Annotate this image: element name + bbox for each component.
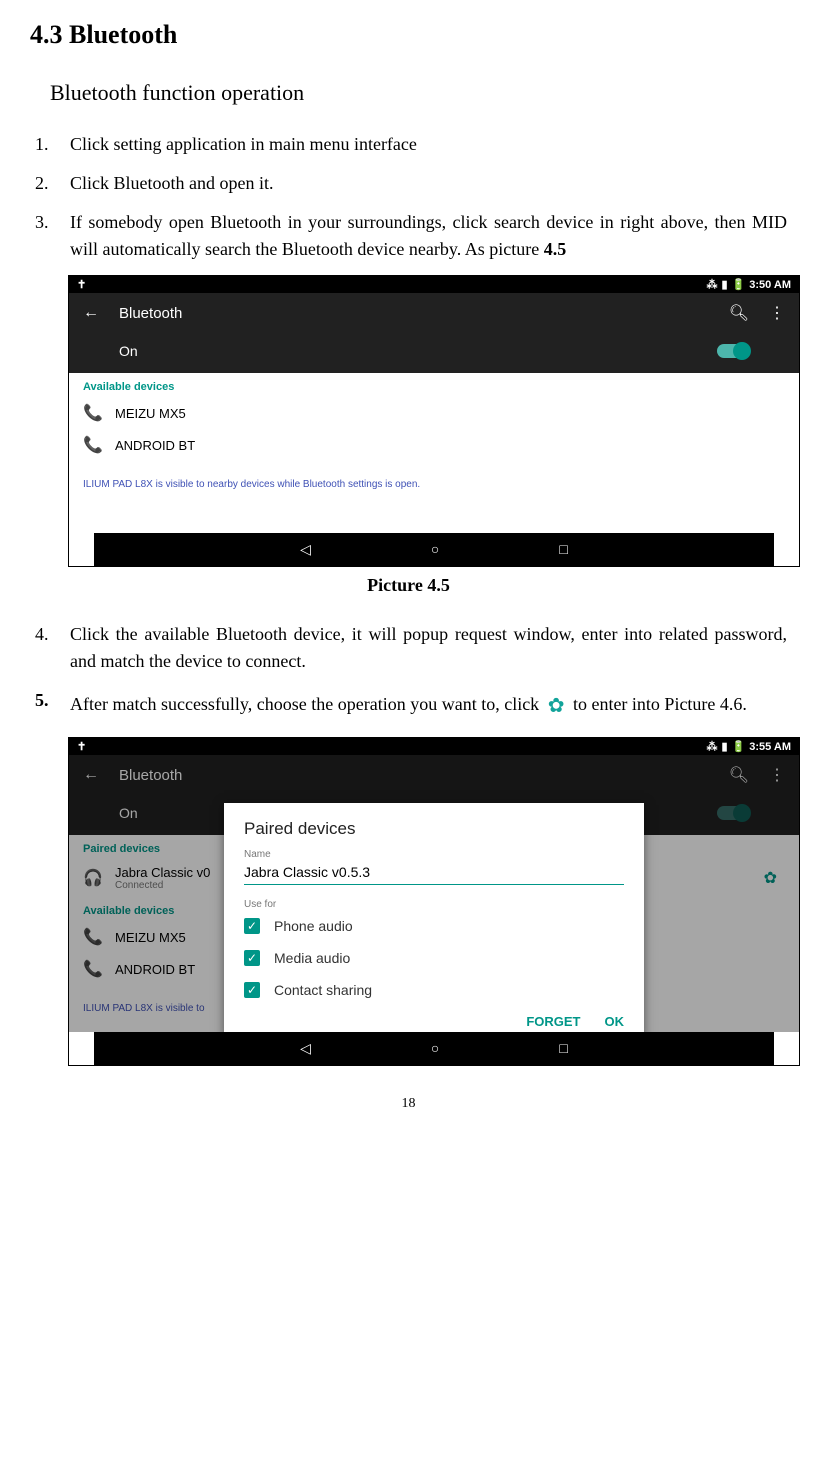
nav-bar: ◁ ○ □ [94,1032,774,1065]
caption-picture-4-5: Picture 4.5 [30,575,787,596]
toggle-switch[interactable] [717,344,749,358]
device-name: ANDROID BT [115,438,195,453]
status-right: ⁂ ▮ 🔋 3:50 AM [706,278,791,291]
overflow-icon[interactable]: ⋮ [769,303,785,323]
step-text-a: After match successfully, choose the ope… [70,694,544,714]
toggle-switch[interactable] [717,806,749,820]
checkbox-media-audio[interactable]: ✓ Media audio [244,942,624,974]
status-right: ⁂ ▮ 🔋 3:55 AM [706,740,791,753]
phone-icon: 📞 [83,435,101,455]
bluetooth-toggle-row[interactable]: On [69,333,799,373]
checkbox-label: Contact sharing [274,982,372,998]
step-text: If somebody open Bluetooth in your surro… [70,209,787,263]
step-text-b: to enter into Picture 4.6. [568,694,746,714]
step-text: Click setting application in main menu i… [70,131,787,158]
checkbox-contact-sharing[interactable]: ✓ Contact sharing [244,974,624,1006]
screenshot-bluetooth-list: ⁂ ▮ 🔋 3:50 AM ← Bluetooth 🔍︎ ⋮ On Availa… [68,275,800,567]
step-number: 2. [35,170,70,197]
step-list-cont: 4. Click the available Bluetooth device,… [30,621,787,725]
device-android-bt[interactable]: 📞 ANDROID BT [69,429,799,461]
step-text: Click Bluetooth and open it. [70,170,787,197]
dialog-use-for-label: Use for [244,899,624,910]
checkbox-icon: ✓ [244,918,260,934]
bluetooth-icon: ⁂ [706,278,717,291]
step-5: 5. After match successfully, choose the … [35,687,787,725]
bluetooth-icon: ⁂ [706,740,717,753]
app-bar: ← Bluetooth 🔍︎ ⋮ [69,755,799,795]
battery-icon: 🔋 [732,278,746,291]
device-name: ANDROID BT [115,962,195,977]
battery-icon: 🔋 [732,740,746,753]
section-heading: 4.3 Bluetooth [30,20,787,50]
app-title: Bluetooth [119,767,182,784]
page-number: 18 [30,1096,787,1112]
dialog-name-label: Name [244,849,624,860]
checkbox-phone-audio[interactable]: ✓ Phone audio [244,910,624,942]
device-meizu[interactable]: 📞 MEIZU MX5 [69,397,799,429]
status-notification-icon [77,278,86,291]
app-bar: ← Bluetooth 🔍︎ ⋮ [69,293,799,333]
phone-icon: 📞 [83,959,101,979]
nav-back-icon[interactable]: ◁ [300,541,311,558]
checkbox-label: Phone audio [274,918,353,934]
step-2: 2. Click Bluetooth and open it. [35,170,787,197]
status-time: 3:50 AM [749,279,791,291]
checkbox-icon: ✓ [244,950,260,966]
dialog-title: Paired devices [244,819,624,839]
device-name: MEIZU MX5 [115,930,186,945]
back-icon[interactable]: ← [83,766,99,784]
nav-bar: ◁ ○ □ [94,533,774,566]
step-number: 5. [35,687,70,725]
step-text: After match successfully, choose the ope… [70,687,787,725]
headset-icon: 🎧 [83,868,101,888]
ok-button[interactable]: OK [605,1014,625,1029]
app-title: Bluetooth [119,305,182,322]
checkbox-label: Media audio [274,950,350,966]
step-1: 1. Click setting application in main men… [35,131,787,158]
step-4: 4. Click the available Bluetooth device,… [35,621,787,675]
gear-icon: ✿ [548,687,565,725]
search-icon[interactable]: 🔍︎ [729,765,749,785]
signal-icon: ▮ [721,278,727,291]
available-devices-label: Available devices [69,373,799,397]
toggle-label: On [119,343,138,359]
step-text-a: If somebody open Bluetooth in your surro… [70,212,787,259]
nav-home-icon[interactable]: ○ [431,1040,439,1057]
status-bar: ⁂ ▮ 🔋 3:55 AM [69,738,799,755]
search-icon[interactable]: 🔍︎ [729,303,749,323]
forget-button[interactable]: FORGET [526,1014,580,1029]
sub-heading: Bluetooth function operation [50,80,787,106]
nav-recent-icon[interactable]: □ [559,1040,567,1057]
phone-icon: 📞 [83,927,101,947]
overflow-icon[interactable]: ⋮ [769,765,785,785]
screenshot-paired-dialog: ⁂ ▮ 🔋 3:55 AM ← Bluetooth 🔍︎ ⋮ On Paired… [68,737,800,1066]
step-text: Click the available Bluetooth device, it… [70,621,787,675]
step-number: 4. [35,621,70,675]
step-number: 3. [35,209,70,263]
status-bar: ⁂ ▮ 🔋 3:50 AM [69,276,799,293]
checkbox-icon: ✓ [244,982,260,998]
step-number: 1. [35,131,70,158]
status-notification-icon [77,740,86,753]
step-3: 3. If somebody open Bluetooth in your su… [35,209,787,263]
status-time: 3:55 AM [749,741,791,753]
device-name: MEIZU MX5 [115,406,186,421]
step-list: 1. Click setting application in main men… [30,131,787,263]
nav-home-icon[interactable]: ○ [431,541,439,558]
step-text-bold: 4.5 [544,239,567,259]
back-icon[interactable]: ← [83,304,99,322]
visibility-info: ILIUM PAD L8X is visible to nearby devic… [69,461,799,508]
device-name-input[interactable] [244,860,624,885]
toggle-label: On [119,805,138,821]
signal-icon: ▮ [721,740,727,753]
phone-icon: 📞 [83,403,101,423]
gear-icon[interactable]: ✿ [764,868,777,888]
nav-back-icon[interactable]: ◁ [300,1040,311,1057]
paired-device-dialog: Paired devices Name Use for ✓ Phone audi… [224,803,644,1037]
nav-recent-icon[interactable]: □ [559,541,567,558]
